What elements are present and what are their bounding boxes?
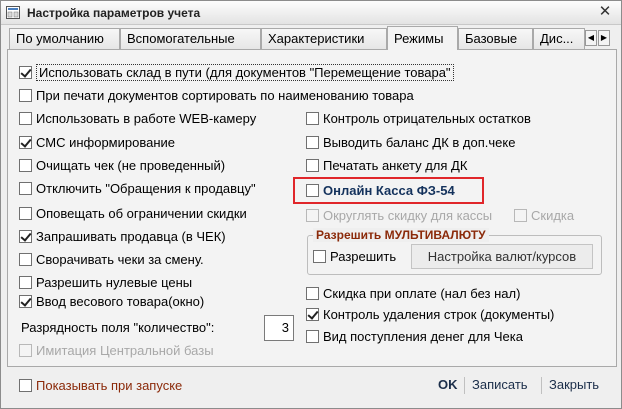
checkbox[interactable]: [19, 181, 32, 195]
save-button[interactable]: Записать: [472, 377, 528, 393]
option-online-cash-fz54[interactable]: Онлайн Касса ФЗ-54: [306, 181, 455, 199]
tab-characteristics[interactable]: Характеристики: [261, 28, 387, 49]
tab-scroll-left-icon[interactable]: ◀: [585, 30, 597, 46]
checkbox: [306, 208, 319, 222]
checkbox[interactable]: [313, 249, 326, 263]
checkbox[interactable]: [306, 111, 319, 125]
multicurrency-group-title: Разрешить МУЛЬТИВАЛЮТУ: [313, 228, 489, 242]
checkbox[interactable]: [306, 307, 319, 321]
option-round-discount: Округлять скидку для кассы: [306, 206, 492, 224]
checkbox[interactable]: [19, 65, 32, 79]
checkbox[interactable]: [19, 294, 32, 308]
footer-separator: [541, 377, 542, 394]
ok-button[interactable]: OK: [438, 377, 458, 393]
checkbox[interactable]: [19, 252, 32, 266]
option-use-transit-warehouse[interactable]: Использовать склад в пути (для документо…: [19, 63, 454, 81]
option-weight-goods[interactable]: Ввод весового товара(окно): [19, 292, 204, 310]
checkbox[interactable]: [19, 111, 32, 125]
option-zero-prices[interactable]: Разрешить нулевые цены: [19, 273, 192, 291]
close-button[interactable]: Закрыть: [549, 377, 599, 393]
settings-window: Настройка параметров учета ✕ По умолчани…: [0, 0, 622, 409]
quantity-digits-label: Разрядность поля "количество":: [21, 320, 215, 335]
option-print-dk-form[interactable]: Печатать анкету для ДК: [306, 156, 467, 174]
tab-modes[interactable]: Режимы: [387, 26, 458, 50]
tab-discounts[interactable]: Дис...: [533, 28, 585, 49]
option-collapse-receipts[interactable]: Сворачивать чеки за смену.: [19, 250, 204, 268]
option-central-db-imitation: Имитация Центральной базы: [19, 341, 214, 359]
quantity-digits-input[interactable]: 3: [264, 315, 294, 341]
option-web-camera[interactable]: Использовать в работе WEB-камеру: [19, 109, 256, 127]
checkbox: [514, 208, 527, 222]
checkbox[interactable]: [306, 183, 319, 197]
option-money-receipt-type[interactable]: Вид поступления денег для Чека: [306, 327, 523, 345]
checkbox[interactable]: [19, 275, 32, 289]
close-icon[interactable]: ✕: [597, 4, 613, 20]
checkbox[interactable]: [306, 286, 319, 300]
option-sms[interactable]: СМС информирование: [19, 133, 175, 151]
option-clear-receipt[interactable]: Очищать чек (не проведенный): [19, 156, 225, 174]
checkbox[interactable]: [19, 135, 32, 149]
checkbox[interactable]: [19, 88, 32, 102]
option-sort-by-name[interactable]: При печати документов сортировать по наи…: [19, 86, 414, 104]
title-bar: Настройка параметров учета ✕: [1, 1, 621, 25]
option-discount-on-payment[interactable]: Скидка при оплате (нал без нал): [306, 284, 520, 302]
option-allow-multicurrency[interactable]: Разрешить: [313, 247, 396, 265]
option-row-deletion-control[interactable]: Контроль удаления строк (документы): [306, 305, 554, 323]
tab-base[interactable]: Базовые: [458, 28, 533, 49]
checkbox[interactable]: [306, 158, 319, 172]
option-dk-balance[interactable]: Выводить баланс ДК в доп.чеке: [306, 133, 515, 151]
checkbox[interactable]: [19, 378, 32, 392]
currency-settings-button[interactable]: Настройка валют/курсов: [411, 244, 593, 269]
tab-defaults[interactable]: По умолчанию: [9, 28, 120, 49]
option-request-seller[interactable]: Запрашивать продавца (в ЧЕК): [19, 227, 226, 245]
checkbox[interactable]: [306, 135, 319, 149]
footer-separator: [464, 377, 465, 394]
option-discount: Скидка: [514, 206, 574, 224]
option-disable-seller-requests[interactable]: Отключить "Обращения к продавцу": [19, 179, 256, 197]
window-title: Настройка параметров учета: [27, 6, 201, 20]
tab-strip: По умолчанию Вспомогательные Характерист…: [7, 26, 617, 50]
app-icon: [6, 6, 20, 19]
tab-scroll-right-icon[interactable]: ▶: [598, 30, 610, 46]
checkbox: [19, 343, 32, 357]
checkbox[interactable]: [19, 206, 32, 220]
checkbox[interactable]: [19, 158, 32, 172]
option-negative-stock-control[interactable]: Контроль отрицательных остатков: [306, 109, 531, 127]
option-show-on-start[interactable]: Показывать при запуске: [19, 376, 182, 394]
option-discount-limit-notify[interactable]: Оповещать об ограничении скидки: [19, 204, 247, 222]
checkbox[interactable]: [19, 229, 32, 243]
checkbox[interactable]: [306, 329, 319, 343]
tab-auxiliary[interactable]: Вспомогательные: [120, 28, 261, 49]
